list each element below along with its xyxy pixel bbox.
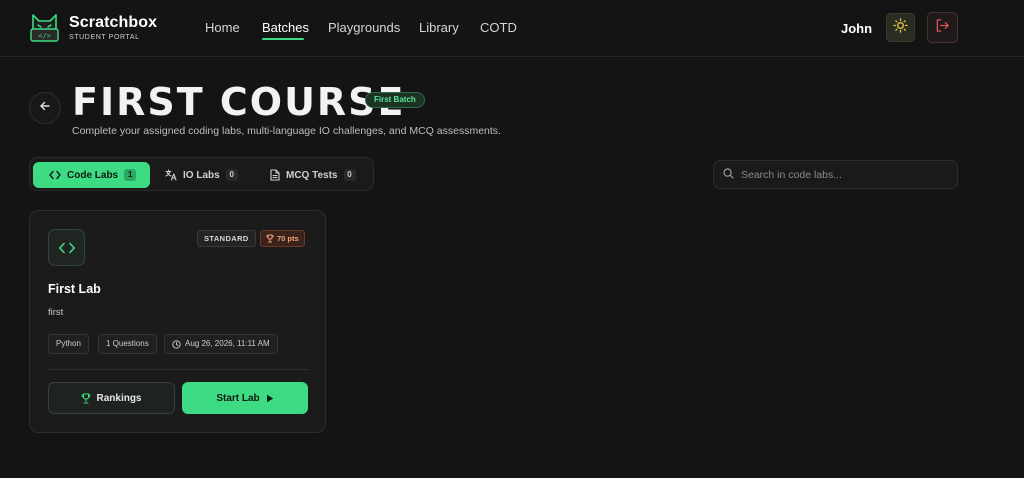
start-lab-label: Start Lab [216,392,260,404]
nav-item-playgrounds[interactable]: Playgrounds [328,20,400,35]
nav-item-batches[interactable]: Batches [262,20,309,35]
points-badge: 70 pts [260,230,305,247]
arrow-left-icon [39,99,51,117]
lab-title[interactable]: First Lab [48,282,101,296]
questions-chip: 1 Questions [98,334,157,354]
top-navbar: </> Scratchbox STUDENT PORTAL Home Batch… [0,0,1024,57]
logout-button[interactable] [927,12,958,43]
clock-icon [172,339,181,349]
translate-icon [165,169,177,181]
play-icon [266,394,274,403]
brand-subtitle: STUDENT PORTAL [69,34,140,41]
active-nav-indicator [262,38,304,40]
back-button[interactable] [29,92,61,124]
rankings-label: Rankings [96,392,142,404]
svg-text:</>: </> [38,32,51,40]
language-chip: Python [48,334,89,354]
nav-item-library[interactable]: Library [419,20,459,35]
tab-count-badge: 0 [225,169,238,181]
user-name[interactable]: John [841,21,872,36]
logout-icon [935,18,950,38]
search-input[interactable] [741,168,941,181]
tab-mcq-tests[interactable]: MCQ Tests 0 [262,162,362,188]
document-icon [270,169,280,181]
search-icon [723,166,734,184]
page-title: FIRST COURSE [72,80,406,124]
cat-terminal-icon[interactable]: </> [28,11,61,44]
trophy-icon [266,234,274,243]
tab-label: Code Labs [67,169,119,181]
lab-description: first [48,307,64,318]
rankings-button[interactable]: Rankings [48,382,175,414]
page-subtitle: Complete your assigned coding labs, mult… [72,125,501,137]
date-chip: Aug 26, 2026, 11:11 AM [164,334,278,354]
lab-card[interactable]: STANDARD 70 pts First Lab first Python 1… [29,210,326,433]
tab-label: MCQ Tests [286,169,338,181]
tab-code-labs[interactable]: Code Labs 1 [33,162,150,188]
start-lab-button[interactable]: Start Lab [182,382,308,414]
nav-item-cotd[interactable]: COTD [480,20,517,35]
code-icon [48,229,85,266]
tab-count-badge: 1 [124,169,137,181]
difficulty-badge: STANDARD [197,230,256,247]
tab-count-badge: 0 [343,169,356,181]
nav-item-home[interactable]: Home [205,20,240,35]
tab-label: IO Labs [183,169,220,181]
search-box [713,160,958,189]
tab-io-labs[interactable]: IO Labs 0 [155,162,245,188]
theme-toggle-button[interactable] [886,13,915,42]
trophy-icon [81,393,91,404]
points-value: 70 pts [277,234,299,243]
lab-type-tabs: Code Labs 1 IO Labs 0 MCQ Tests 0 [29,157,374,191]
sun-icon [893,17,908,38]
date-text: Aug 26, 2026, 11:11 AM [185,339,270,348]
card-divider [48,369,308,370]
code-icon [49,170,61,180]
batch-badge: First Batch [365,92,425,108]
brand-name[interactable]: Scratchbox [69,14,157,32]
